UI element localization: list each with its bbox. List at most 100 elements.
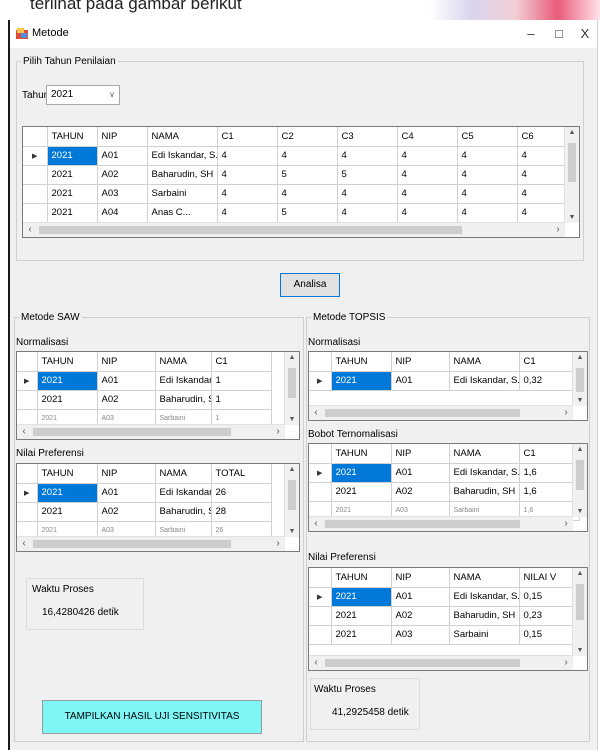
row-header[interactable] <box>309 625 332 645</box>
current-row-arrow-icon[interactable]: ▶ <box>309 371 332 391</box>
column-header[interactable]: NAMA <box>147 127 218 147</box>
topsis-bobot-grid[interactable]: TAHUNNIPNAMAC1▶2021A01Edi Iskandar, S.S.… <box>308 443 588 532</box>
table-cell[interactable]: 0,23 <box>519 606 580 626</box>
table-row[interactable]: ▶2021A01Edi Iskandar, S.S...1 <box>17 371 272 391</box>
horizontal-scrollbar[interactable]: ‹ › <box>23 222 565 237</box>
column-header[interactable]: C1 <box>211 352 272 372</box>
table-cell[interactable]: Baharudin, SH <box>449 482 520 502</box>
scroll-up-icon[interactable]: ▲ <box>565 129 579 136</box>
scroll-down-icon[interactable]: ▼ <box>285 416 299 423</box>
table-row[interactable]: 2021A02Baharudin, SH28 <box>17 502 272 522</box>
horizontal-scrollbar[interactable]: ‹ › <box>309 655 573 670</box>
column-header[interactable]: TAHUN <box>331 352 392 372</box>
column-header[interactable]: NAMA <box>155 464 212 484</box>
scroll-thumb[interactable] <box>33 540 231 548</box>
table-cell[interactable]: A02 <box>97 390 156 410</box>
column-header[interactable]: TAHUN <box>37 464 98 484</box>
row-header[interactable] <box>17 502 38 522</box>
scroll-thumb[interactable] <box>576 584 584 620</box>
table-cell[interactable]: 1,6 <box>519 482 580 502</box>
scroll-right-icon[interactable]: › <box>271 425 285 439</box>
vertical-scrollbar[interactable]: ▲ ▼ <box>564 127 579 223</box>
table-cell[interactable]: 2021 <box>47 146 98 166</box>
table-cell[interactable]: Anas C... <box>147 203 218 223</box>
column-header[interactable]: NAMA <box>449 568 520 588</box>
scroll-up-icon[interactable]: ▲ <box>573 570 587 577</box>
scroll-down-icon[interactable]: ▼ <box>573 508 587 515</box>
scroll-thumb[interactable] <box>576 368 584 392</box>
table-cell[interactable]: 4 <box>397 203 458 223</box>
vertical-scrollbar[interactable]: ▲ ▼ <box>284 352 299 425</box>
table-cell[interactable]: A03 <box>391 625 450 645</box>
table-cell[interactable]: Baharudin, SH <box>449 606 520 626</box>
table-cell[interactable]: A01 <box>97 371 156 391</box>
table-cell[interactable]: 0,15 <box>519 587 580 607</box>
maximize-button[interactable]: □ <box>548 24 570 44</box>
table-cell[interactable]: 4 <box>397 165 458 185</box>
vertical-scrollbar[interactable]: ▲ ▼ <box>572 352 587 406</box>
column-header[interactable]: C1 <box>519 352 580 372</box>
scroll-thumb[interactable] <box>325 520 520 528</box>
table-cell[interactable]: 2021 <box>331 482 392 502</box>
table-cell[interactable]: 2021 <box>37 502 98 522</box>
table-cell[interactable]: A01 <box>391 371 450 391</box>
column-header[interactable]: NIP <box>391 568 450 588</box>
table-row[interactable]: 2021A02Baharudin, SH1 <box>17 390 272 410</box>
table-cell[interactable]: 2021 <box>331 606 392 626</box>
scroll-down-icon[interactable]: ▼ <box>573 647 587 654</box>
table-cell[interactable]: 5 <box>277 165 338 185</box>
horizontal-scrollbar[interactable]: ‹ › <box>309 516 573 531</box>
chevron-down-icon[interactable]: ∨ <box>109 90 115 99</box>
table-cell[interactable]: Baharudin, SH <box>155 390 212 410</box>
table-cell[interactable]: Edi Iskandar, S.S... <box>449 371 520 391</box>
table-row[interactable]: ▶2021A01Edi Iskandar, S.S...1,6 <box>309 463 580 483</box>
column-header[interactable]: NIP <box>391 444 450 464</box>
table-cell[interactable]: 4 <box>457 184 518 204</box>
table-cell[interactable]: A02 <box>97 165 148 185</box>
column-header[interactable]: C1 <box>217 127 278 147</box>
scroll-thumb[interactable] <box>568 143 576 182</box>
table-cell[interactable]: A04 <box>97 203 148 223</box>
sensitivitas-button[interactable]: TAMPILKAN HASIL UJI SENSITIVITAS <box>42 700 262 734</box>
scroll-up-icon[interactable]: ▲ <box>573 446 587 453</box>
column-header[interactable]: TAHUN <box>331 444 392 464</box>
table-cell[interactable]: A01 <box>97 483 156 503</box>
current-row-arrow-icon[interactable]: ▶ <box>17 483 38 503</box>
current-row-arrow-icon[interactable]: ▶ <box>17 371 38 391</box>
column-header[interactable]: C4 <box>397 127 458 147</box>
vertical-scrollbar[interactable]: ▲ ▼ <box>572 444 587 517</box>
table-cell[interactable]: 4 <box>217 203 278 223</box>
table-cell[interactable]: 0,32 <box>519 371 580 391</box>
table-row[interactable]: 2021 A02 Baharudin, SH 0,23 <box>309 606 580 626</box>
table-cell[interactable]: 4 <box>457 203 518 223</box>
scroll-left-icon[interactable]: ‹ <box>17 425 31 439</box>
scroll-right-icon[interactable]: › <box>559 406 573 420</box>
table-row[interactable]: ▶2021A01Edi Iskandar, S.S...444444 <box>23 146 579 166</box>
column-header[interactable]: NIP <box>391 352 450 372</box>
row-header[interactable] <box>309 482 332 502</box>
saw-normalisasi-grid[interactable]: TAHUNNIPNAMAC1▶2021A01Edi Iskandar, S.S.… <box>16 351 300 440</box>
table-cell[interactable]: 4 <box>397 184 458 204</box>
column-header[interactable]: TAHUN <box>37 352 98 372</box>
table-cell[interactable]: 28 <box>211 502 272 522</box>
scroll-left-icon[interactable]: ‹ <box>17 537 31 551</box>
table-cell[interactable]: 2021 <box>331 587 392 607</box>
scroll-up-icon[interactable]: ▲ <box>573 354 587 361</box>
scroll-left-icon[interactable]: ‹ <box>309 656 323 670</box>
column-header[interactable]: TAHUN <box>47 127 98 147</box>
table-cell[interactable]: 5 <box>277 203 338 223</box>
row-header[interactable] <box>23 203 48 223</box>
scroll-left-icon[interactable]: ‹ <box>309 517 323 531</box>
table-row[interactable]: 2021 A03 Sarbaini 4 4 4 4 4 4 <box>23 184 579 204</box>
column-header[interactable]: NIP <box>97 352 156 372</box>
column-header[interactable]: NIP <box>97 464 156 484</box>
table-cell[interactable]: Baharudin, SH <box>155 502 212 522</box>
scroll-right-icon[interactable]: › <box>271 537 285 551</box>
scroll-thumb[interactable] <box>288 368 296 399</box>
current-row-arrow-icon[interactable]: ▶ <box>309 587 332 607</box>
table-cell[interactable]: Sarbaini <box>449 625 520 645</box>
scroll-down-icon[interactable]: ▼ <box>285 528 299 535</box>
vertical-scrollbar[interactable]: ▲ ▼ <box>572 568 587 656</box>
table-cell[interactable]: 4 <box>277 184 338 204</box>
table-row[interactable]: ▶2021A01Edi Iskandar, S.S...0,32 <box>309 371 580 391</box>
